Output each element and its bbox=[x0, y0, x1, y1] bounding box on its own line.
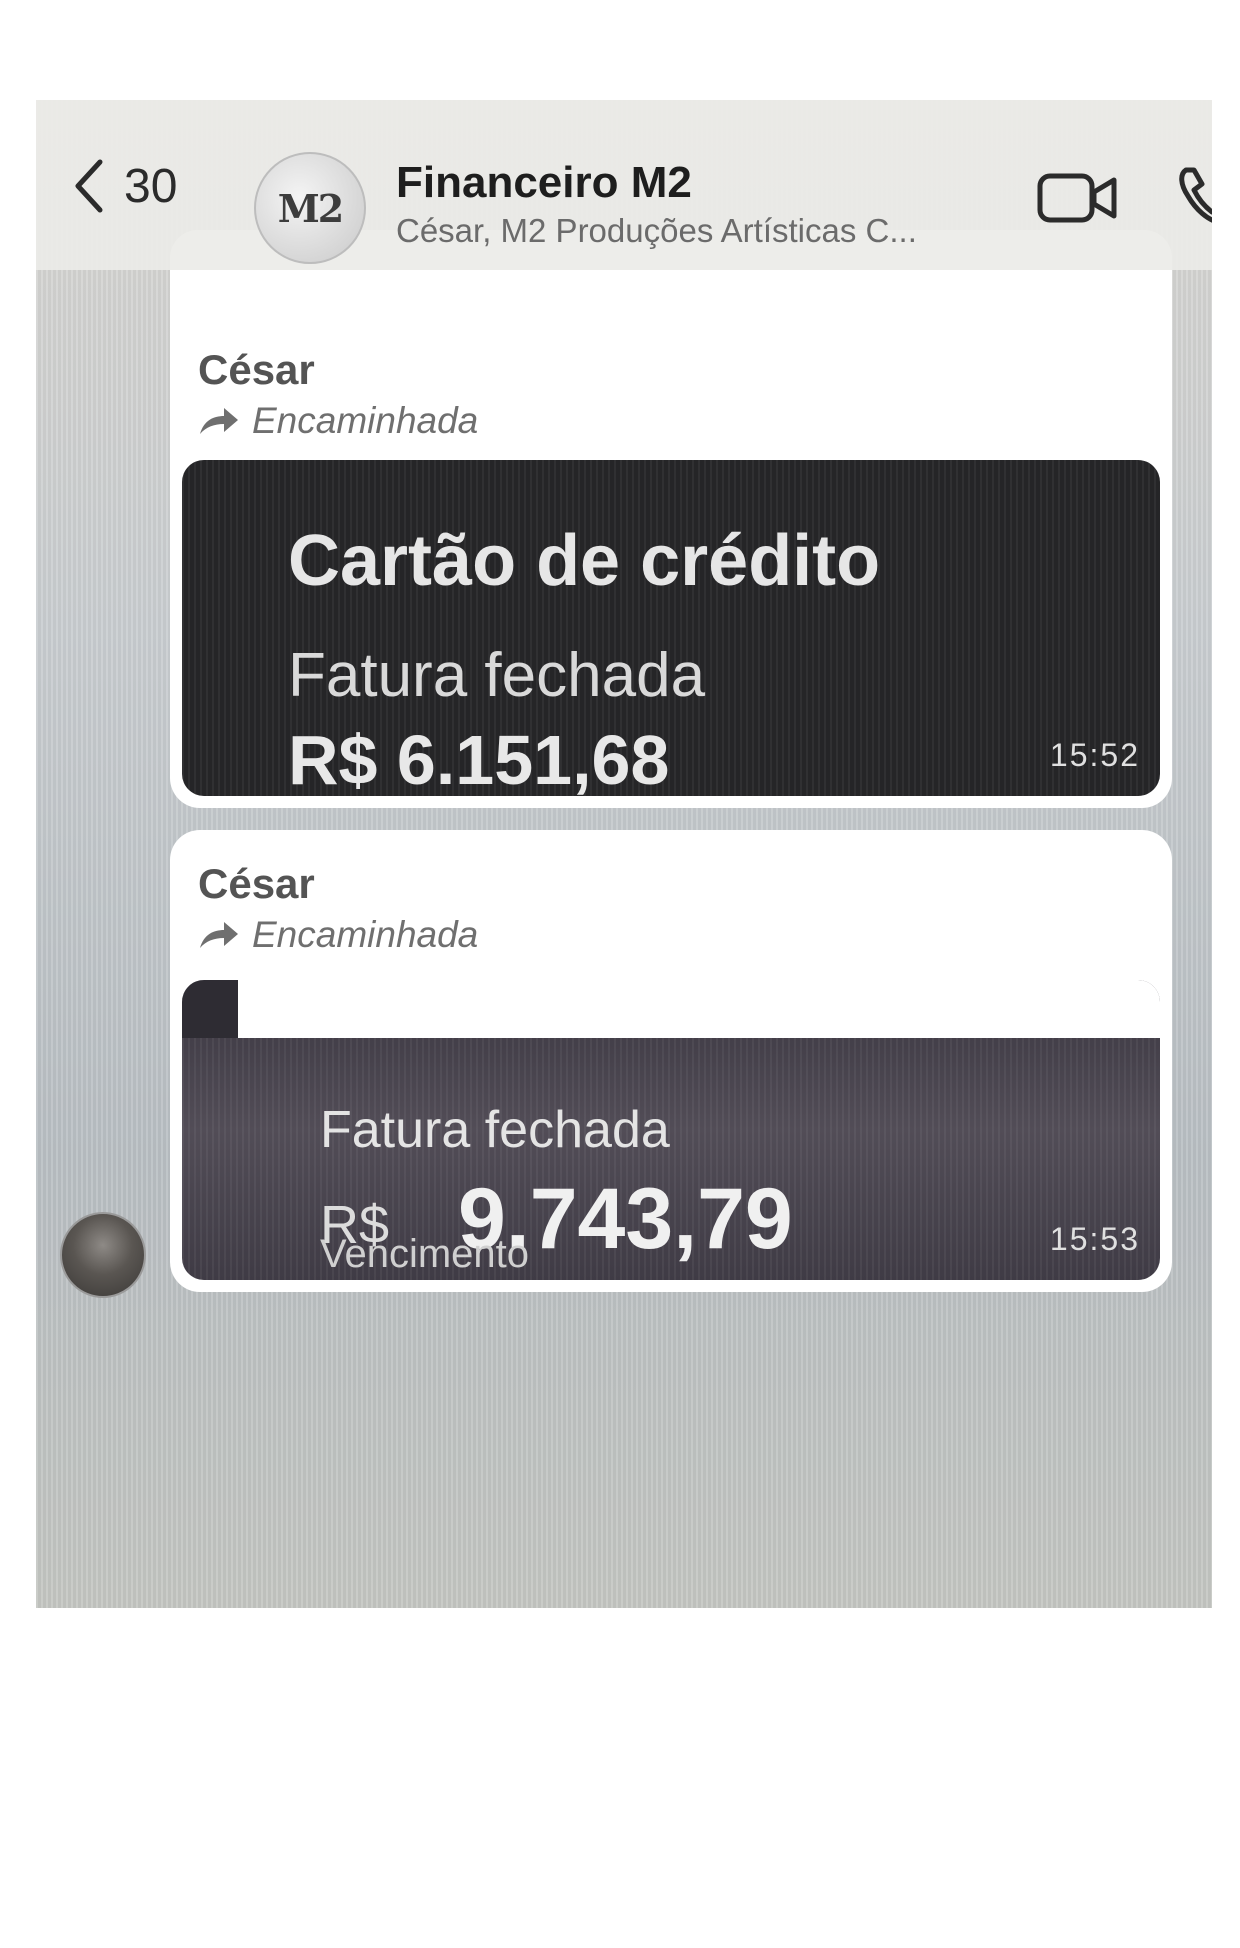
chevron-left-icon bbox=[75, 159, 103, 213]
message-time: 15:52 bbox=[1049, 737, 1140, 773]
image-left-tab bbox=[182, 980, 238, 1038]
chat-title[interactable]: Financeiro M2 bbox=[396, 158, 692, 208]
forward-arrow-icon bbox=[200, 922, 238, 948]
sender-name: César bbox=[198, 860, 315, 907]
chat-participants[interactable]: César, M2 Produções Artísticas C... bbox=[396, 212, 917, 250]
forwarded-indicator: Encaminhada bbox=[198, 914, 478, 956]
unread-count: 30 bbox=[124, 159, 178, 213]
forward-arrow-icon bbox=[200, 408, 238, 434]
group-avatar[interactable]: M2 bbox=[254, 152, 366, 264]
back-button[interactable]: 30 bbox=[72, 158, 177, 214]
card-title: Cartão de crédito bbox=[288, 521, 881, 601]
phone-icon[interactable] bbox=[1176, 164, 1212, 228]
group-avatar-logo: M2 bbox=[277, 185, 345, 231]
forwarded-indicator: Encaminhada bbox=[198, 400, 478, 442]
invoice-status: Fatura fechada bbox=[288, 641, 706, 710]
message-bubble[interactable]: César Encaminhada Fatura fechada R$ 9.74… bbox=[170, 830, 1172, 1292]
image-attachment[interactable]: Fatura fechada R$ 9.743,79 Vencimento 15… bbox=[182, 980, 1160, 1280]
forwarded-label: Encaminhada bbox=[252, 914, 479, 955]
chat-screen: 30 M2 Financeiro M2 César, M2 Produções … bbox=[36, 100, 1212, 1608]
image-top-strip bbox=[182, 980, 1160, 1038]
image-attachment[interactable]: Cartão de crédito Fatura fechada R$ 6.15… bbox=[182, 460, 1160, 796]
due-date-label: Vencimento bbox=[320, 1232, 530, 1276]
message-time: 15:53 bbox=[1049, 1221, 1140, 1257]
forwarded-label: Encaminhada bbox=[252, 400, 479, 441]
video-camera-icon[interactable] bbox=[1036, 168, 1120, 228]
invoice-amount: R$ 6.151,68 bbox=[288, 721, 670, 796]
message-bubble[interactable]: César Encaminhada Cartão de crédito Fatu… bbox=[170, 316, 1172, 808]
sender-name: César bbox=[198, 346, 315, 393]
invoice-status: Fatura fechada bbox=[320, 1101, 670, 1159]
sender-avatar[interactable] bbox=[60, 1212, 146, 1298]
chat-header: 30 M2 Financeiro M2 César, M2 Produções … bbox=[36, 100, 1212, 270]
